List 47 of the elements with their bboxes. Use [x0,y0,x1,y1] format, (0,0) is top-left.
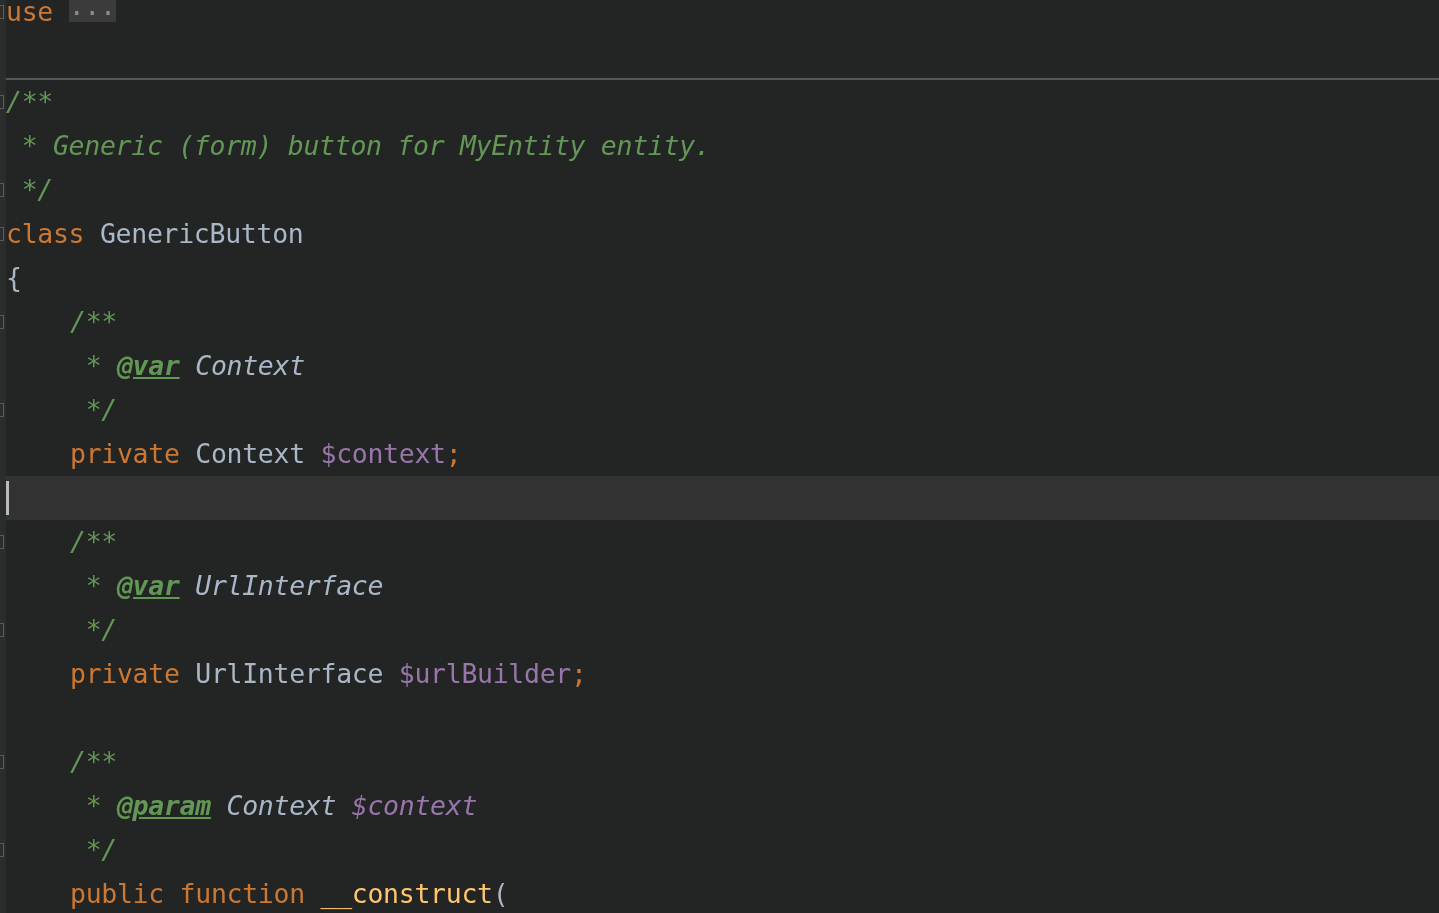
fold-marker-icon[interactable] [0,227,4,241]
keyword-text: class [6,218,85,249]
comment-text: * Generic (form) button for MyEntity entity. [20,130,711,161]
doc-tag-text: @var [116,350,180,381]
fold-marker-icon[interactable] [0,183,4,197]
fold-marker-icon[interactable] [0,535,4,549]
fold-marker-icon[interactable] [0,843,4,857]
punctuation-text: ; [570,658,587,689]
fold-marker-icon[interactable] [0,315,4,329]
code-text: Context [195,438,305,469]
doc-tag-text: @param [116,790,211,821]
keyword-text: public [70,878,164,909]
keyword-text: private [70,438,180,469]
function-name-text: __construct [320,878,493,909]
doc-type-text: Context [226,790,337,821]
comment-text: * [84,790,102,821]
keyword-text: use [6,0,53,27]
comment-text: * [84,570,102,601]
comment-text: /** [70,526,117,557]
code-text: { [6,262,22,293]
code-text: UrlInterface [195,658,384,689]
comment-text: /** [6,86,53,117]
comment-text: /** [70,746,117,777]
comment-text: */ [84,394,117,425]
comment-text: */ [20,174,53,205]
punctuation-text: ; [445,438,462,469]
fold-marker-icon[interactable] [0,5,4,19]
doc-type-text: UrlInterface [195,570,384,601]
keyword-text: function [179,878,305,909]
fold-marker-icon[interactable] [0,755,4,769]
comment-text: */ [84,614,117,645]
code-text: GenericButton [99,218,304,249]
folded-code-button[interactable]: ... [68,0,116,22]
comment-text: /** [70,306,117,337]
comment-text: */ [84,834,117,865]
fold-marker-icon[interactable] [0,95,4,109]
text-cursor [6,481,9,515]
punctuation-text: ( [492,878,509,909]
doc-tag-text: @var [116,570,180,601]
fold-marker-icon[interactable] [0,623,4,637]
variable-text: $context [320,438,446,469]
comment-text: * [84,350,102,381]
keyword-text: private [70,658,180,689]
doc-variable-text: $context [351,790,478,821]
doc-type-text: Context [195,350,305,381]
variable-text: $urlBuilder [398,658,571,689]
fold-marker-icon[interactable] [0,403,4,417]
